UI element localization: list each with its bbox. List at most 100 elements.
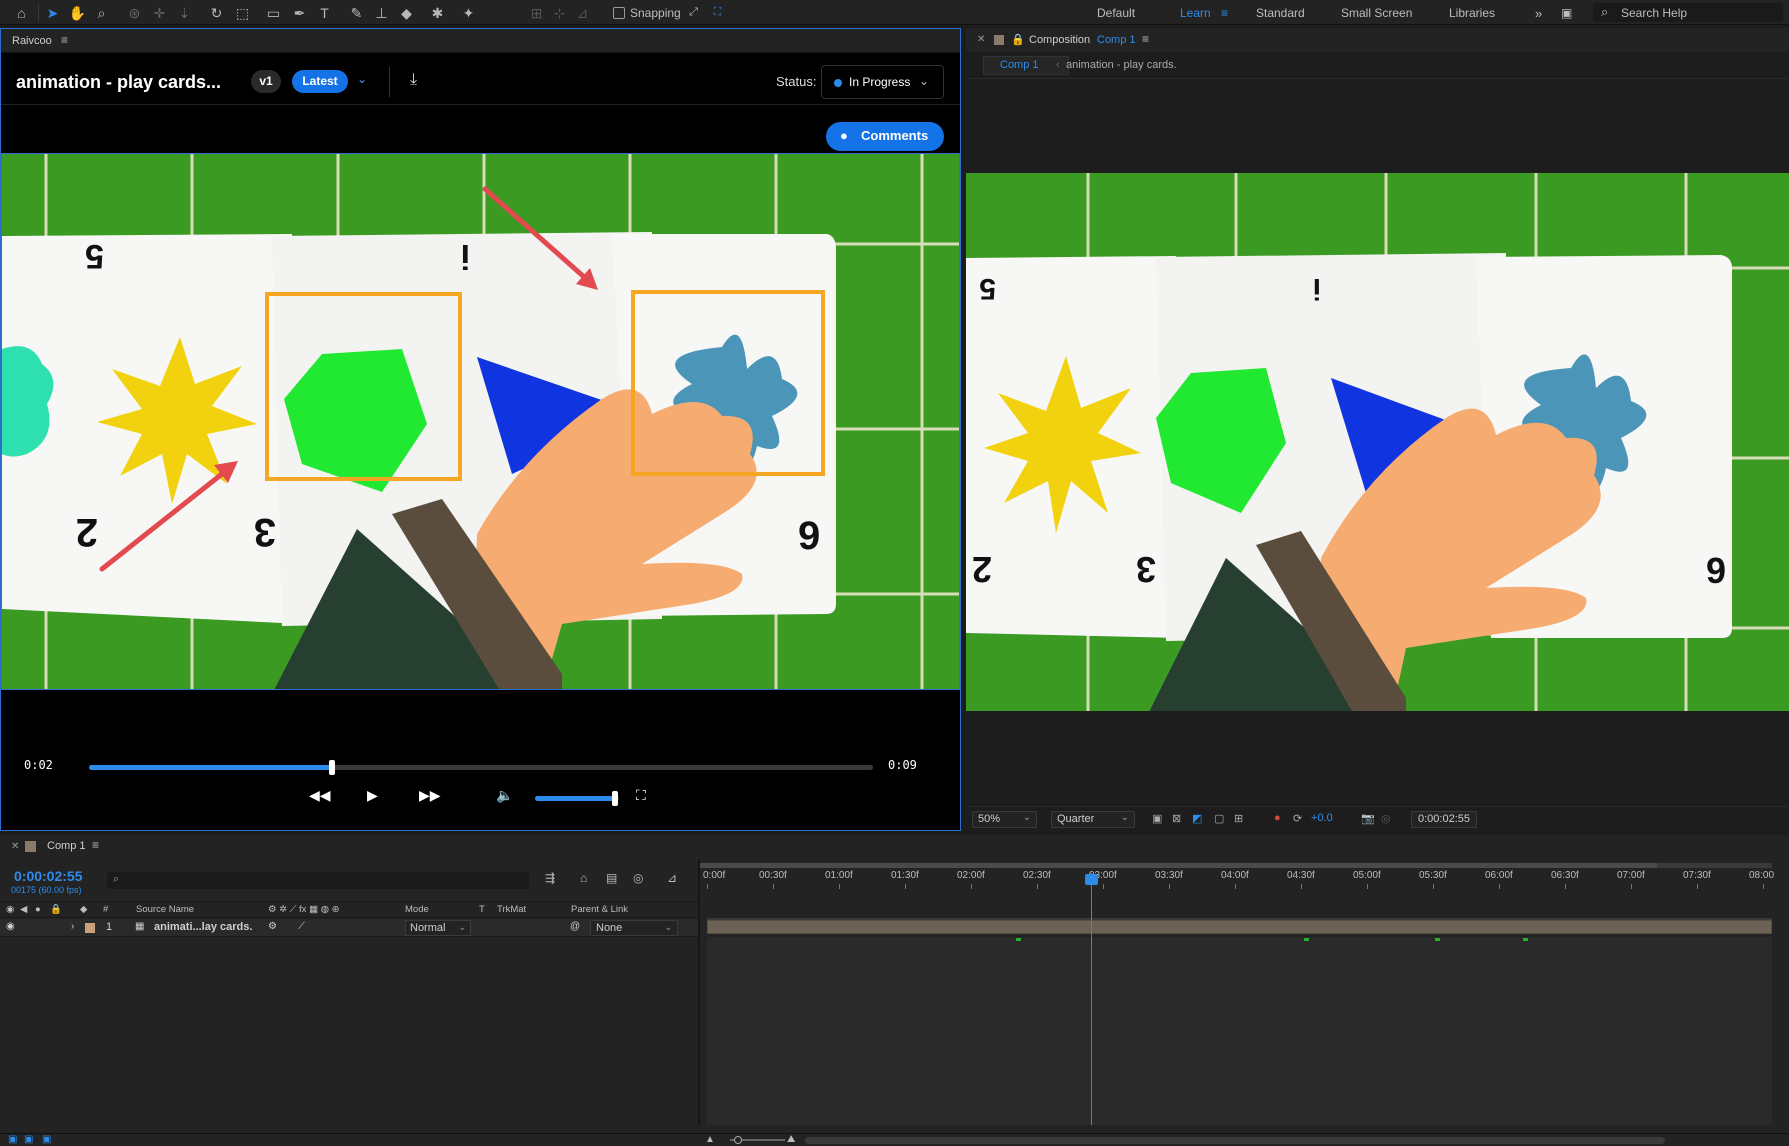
comp-flowchart-icon[interactable]: ⇶: [545, 871, 555, 885]
playhead-line[interactable]: [1091, 873, 1092, 1125]
playhead-handle[interactable]: [1085, 874, 1098, 885]
play-icon[interactable]: ▶: [367, 787, 378, 804]
shy-layers-icon[interactable]: ▤: [606, 871, 617, 885]
audio-switch-icon[interactable]: ◀: [20, 904, 27, 915]
color-channels-icon[interactable]: ●: [1274, 812, 1281, 824]
close-icon[interactable]: ✕: [977, 34, 985, 45]
composition-marker[interactable]: [1523, 938, 1528, 941]
composition-marker[interactable]: [1304, 938, 1309, 941]
composition-viewer[interactable]: 5 i 2 3 9: [966, 173, 1789, 711]
more-workspaces-icon[interactable]: »: [1535, 6, 1542, 21]
snapping-checkbox[interactable]: [613, 7, 625, 19]
status-dropdown[interactable]: In Progress ⌄: [821, 65, 944, 99]
time-ruler[interactable]: 0:00f 00:30f 01:00f 01:30f 02:00f 02:30f 03:00…: [700, 870, 1774, 889]
composition-marker[interactable]: [1435, 938, 1440, 941]
orbit-camera-icon[interactable]: ⊛: [125, 3, 144, 22]
workspace-standard[interactable]: Standard: [1256, 6, 1305, 20]
layer-list-empty-area[interactable]: [0, 938, 698, 1123]
snap-features-icon[interactable]: ⛶: [708, 3, 727, 22]
transparency-grid-icon[interactable]: ⊠: [1172, 812, 1181, 825]
brush-tool-icon[interactable]: ✎: [347, 3, 366, 22]
work-area-bar[interactable]: [700, 863, 1772, 868]
draft-3d-icon[interactable]: ⌂: [580, 871, 587, 885]
eye-icon[interactable]: ◉: [6, 921, 15, 932]
zoom-out-icon[interactable]: ▲: [705, 1134, 715, 1145]
quality-switch-icon[interactable]: ⟋: [298, 921, 305, 932]
layer-search-input[interactable]: ⌕: [107, 872, 529, 889]
comments-button[interactable]: ● Comments: [826, 122, 944, 151]
zoom-in-icon[interactable]: ⛰: [787, 1134, 795, 1145]
workspace-learn[interactable]: Learn: [1180, 6, 1211, 20]
composition-marker[interactable]: [1016, 938, 1021, 941]
workspace-libraries[interactable]: Libraries: [1449, 6, 1495, 20]
layer-row[interactable]: ◉ › 1 ▦ animati...lay cards. ⚙ ⟋ Normal ⌄…: [0, 919, 698, 937]
crumb-footage[interactable]: animation - play cards.: [1066, 59, 1177, 71]
home-icon[interactable]: ⌂: [12, 3, 31, 22]
axis-local-icon[interactable]: ⊞: [527, 3, 546, 22]
time-graph[interactable]: 0:00f 00:30f 01:00f 01:30f 02:00f 02:30f 03:00…: [700, 859, 1789, 1125]
timeline-horizontal-scrollbar[interactable]: [805, 1137, 1665, 1144]
panel-menu-icon[interactable]: ≡: [61, 33, 68, 47]
roto-brush-tool-icon[interactable]: ✱: [428, 3, 447, 22]
panel-menu-icon[interactable]: ≡: [92, 838, 99, 852]
reset-exposure-icon[interactable]: ⟳: [1293, 812, 1302, 825]
version-badge[interactable]: v1: [251, 70, 281, 93]
chevron-right-icon[interactable]: ›: [71, 921, 74, 932]
snap-edges-icon[interactable]: ⤢: [684, 3, 703, 22]
hand-tool-icon[interactable]: ✋: [68, 3, 87, 22]
layer-switches-toggle-icon[interactable]: ▣: [8, 1134, 17, 1145]
crumb-comp-1[interactable]: Comp 1 ‹: [983, 56, 1069, 75]
puppet-tool-icon[interactable]: ✦: [459, 3, 478, 22]
grid-guides-icon[interactable]: ⊞: [1234, 812, 1243, 825]
close-icon[interactable]: ✕: [11, 841, 19, 852]
panel-menu-icon[interactable]: ≡: [1142, 32, 1149, 46]
mask-visibility-icon[interactable]: ◩: [1192, 812, 1202, 825]
volume-handle[interactable]: [611, 791, 618, 806]
transfer-controls-toggle-icon[interactable]: ▣: [24, 1134, 33, 1145]
label-tag-icon[interactable]: ◆: [80, 904, 87, 915]
clone-stamp-tool-icon[interactable]: ⊥: [372, 3, 391, 22]
magnification-dropdown[interactable]: 50% ⌄: [972, 811, 1037, 828]
pan-camera-icon[interactable]: ✛: [150, 3, 169, 22]
zoom-slider-handle[interactable]: [734, 1136, 742, 1144]
resolution-dropdown[interactable]: Quarter ⌄: [1051, 811, 1135, 828]
rotate-tool-icon[interactable]: ↻: [207, 3, 226, 22]
timeline-current-time[interactable]: 0:00:02:55: [14, 868, 83, 884]
chevron-down-icon[interactable]: ⌄: [357, 72, 367, 86]
video-preview[interactable]: 5 i 2 3 9: [1, 153, 960, 690]
rewind-icon[interactable]: ◀◀: [309, 787, 331, 804]
latest-button[interactable]: Latest: [292, 70, 348, 93]
snapshot-icon[interactable]: 📷: [1361, 812, 1375, 825]
pan-behind-tool-icon[interactable]: ⬚: [233, 3, 252, 22]
timeline-tab[interactable]: ✕ Comp 1 ≡: [0, 835, 1789, 859]
download-icon[interactable]: ⤓: [410, 71, 417, 89]
workspace-panel-icon[interactable]: ▣: [1561, 6, 1572, 20]
axis-view-icon[interactable]: ⊿: [573, 3, 592, 22]
shy-switch-icon[interactable]: ⚙: [268, 921, 277, 932]
selection-tool-icon[interactable]: ➤: [43, 3, 62, 22]
workspace-default[interactable]: Default: [1097, 6, 1135, 20]
blend-mode-dropdown[interactable]: Normal ⌄: [405, 920, 471, 936]
dolly-camera-icon[interactable]: ⇣: [175, 3, 194, 22]
workspace-menu-icon[interactable]: ≡: [1221, 6, 1228, 20]
graph-editor-icon[interactable]: ⊿: [667, 871, 677, 885]
solo-switch-icon[interactable]: ●: [35, 904, 41, 915]
volume-icon[interactable]: 🔈: [496, 787, 513, 804]
scrubber-handle[interactable]: [329, 760, 336, 775]
volume-slider[interactable]: [535, 791, 619, 806]
composition-tab[interactable]: ✕ 🔒 Composition Comp 1 ≡: [966, 28, 1789, 52]
workspace-small-screen[interactable]: Small Screen: [1341, 6, 1412, 20]
lock-icon[interactable]: 🔒: [50, 904, 62, 915]
raivcoo-panel-tab[interactable]: Raivcoo ≡: [1, 29, 960, 53]
video-switch-icon[interactable]: ◉: [6, 904, 14, 915]
playback-scrubber[interactable]: [89, 760, 873, 775]
show-snapshot-icon[interactable]: ◎: [1381, 812, 1391, 825]
parent-dropdown[interactable]: None ⌄: [590, 920, 678, 936]
fullscreen-icon[interactable]: ⛶: [636, 787, 646, 804]
search-help-field[interactable]: ⌕ Search Help: [1593, 3, 1783, 22]
layer-name[interactable]: animati...lay cards.: [154, 921, 252, 933]
layer-duration-bar[interactable]: [707, 920, 1772, 934]
render-time-toggle-icon[interactable]: ▣: [42, 1134, 51, 1145]
column-source-name[interactable]: Source Name: [136, 904, 194, 915]
pen-tool-icon[interactable]: ✒: [290, 3, 309, 22]
